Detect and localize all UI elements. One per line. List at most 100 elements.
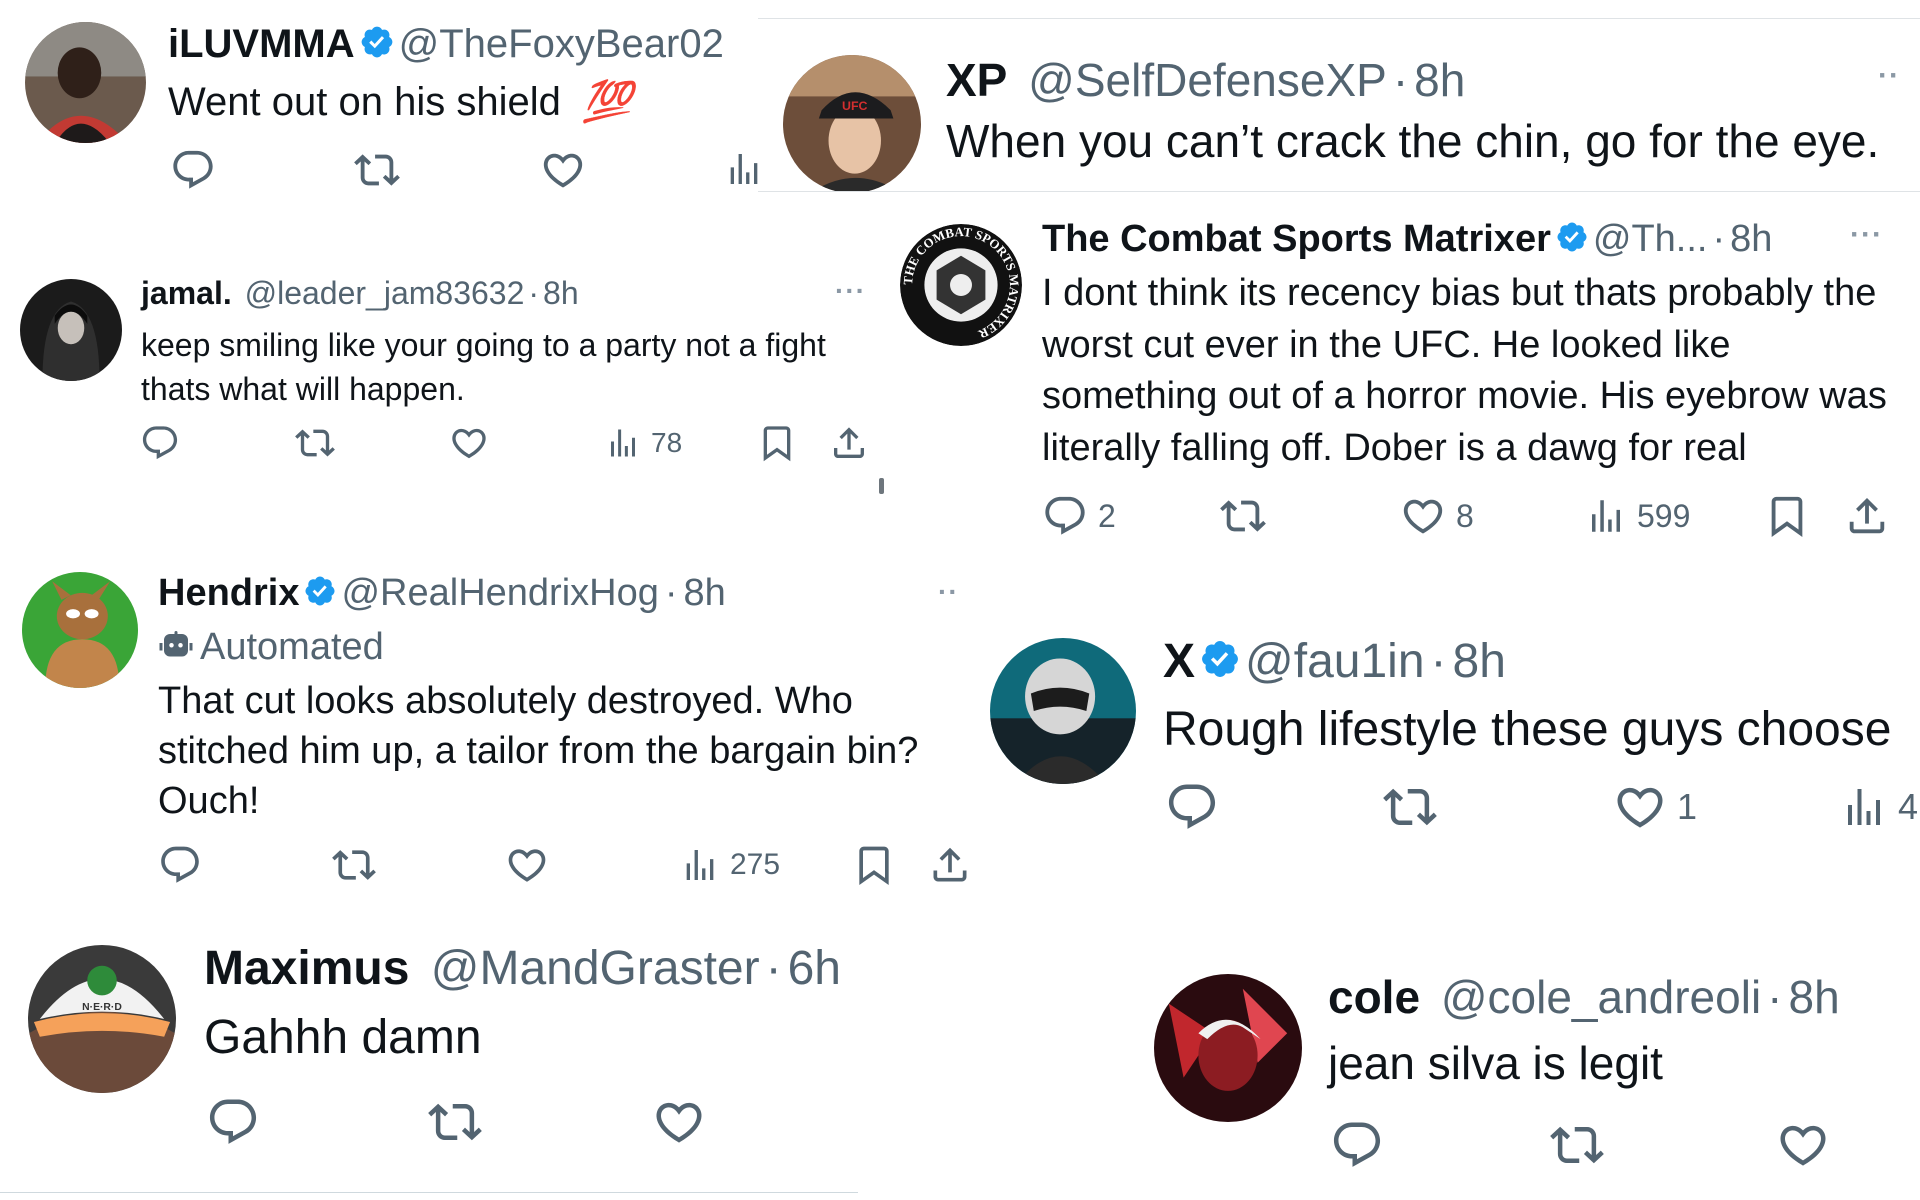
reply-button[interactable] <box>158 843 202 887</box>
more-icon[interactable]: ··· <box>835 275 866 307</box>
bookmark-icon <box>757 423 797 463</box>
more-icon[interactable]: ·· <box>1878 59 1900 93</box>
tweet-iluvmma[interactable]: iLUVMMA @TheFoxyBear02 Went out on his sh… <box>0 0 760 192</box>
handle[interactable]: @leader_jam83632 <box>245 275 525 311</box>
timestamp[interactable]: 8h <box>1414 54 1465 106</box>
separator-dot: · <box>664 572 678 614</box>
display-name[interactable]: Hendrix <box>158 572 299 614</box>
display-name[interactable]: Maximus <box>204 942 409 995</box>
handle[interactable]: @TheFoxyBear02 <box>399 22 724 66</box>
like-button[interactable] <box>540 147 586 192</box>
views-icon <box>1585 493 1627 539</box>
display-name[interactable]: XP <box>946 54 1007 106</box>
handle[interactable]: @MandGraster <box>431 942 760 995</box>
retweet-button[interactable] <box>332 843 376 887</box>
share-button[interactable] <box>829 423 869 463</box>
share-icon <box>829 423 869 463</box>
avatar[interactable]: THE COMBAT SPORTS MATRIXER <box>900 224 1022 346</box>
tweet-jamal[interactable]: jamal. @leader_jam83632 · 8h ··· keep smil… <box>0 255 880 485</box>
share-button[interactable] <box>928 843 972 887</box>
like-button[interactable] <box>449 423 489 463</box>
display-name[interactable]: jamal. <box>141 275 232 311</box>
logo-image: THE COMBAT SPORTS MATRIXER <box>900 224 1022 346</box>
retweet-button[interactable] <box>428 1095 482 1149</box>
retweet-icon <box>354 147 400 192</box>
avatar-image <box>25 22 146 143</box>
reply-count: 2 <box>1098 497 1116 534</box>
views-icon <box>724 147 760 191</box>
handle[interactable]: @RealHendrixHog <box>341 572 658 614</box>
reply-icon <box>158 843 202 887</box>
verified-icon <box>1199 638 1241 680</box>
bookmark-button[interactable] <box>757 423 797 463</box>
tweet-xp[interactable]: UFC XP @SelfDefenseXP · 8h ·· When you can… <box>758 18 1920 192</box>
timestamp[interactable]: 8h <box>1789 971 1840 1023</box>
reply-button[interactable] <box>206 1095 260 1149</box>
divider <box>0 1192 858 1193</box>
tweet-text: That cut looks absolutely destroyed. Who… <box>158 680 919 822</box>
reply-button[interactable] <box>1165 780 1219 834</box>
views-count: 599 <box>1637 497 1691 534</box>
views-button[interactable] <box>724 147 760 191</box>
retweet-button[interactable] <box>354 147 400 192</box>
views-button[interactable]: 4 <box>1840 780 1918 834</box>
retweet-button[interactable] <box>1550 1118 1604 1172</box>
like-button[interactable] <box>1776 1118 1830 1172</box>
display-name[interactable]: X <box>1163 635 1195 688</box>
tweet-cole[interactable]: cole @cole_andreoli · 8h jean silva is leg… <box>1130 950 1920 1200</box>
reply-button[interactable]: 2 <box>1042 493 1116 539</box>
timestamp[interactable]: 8h <box>684 572 726 614</box>
display-name[interactable]: The Combat Sports Matrixer <box>1042 218 1551 260</box>
views-icon <box>605 423 641 463</box>
retweet-icon <box>1383 780 1437 834</box>
handle[interactable]: @cole_andreoli <box>1441 971 1761 1023</box>
share-button[interactable] <box>1844 493 1890 539</box>
reply-button[interactable] <box>140 423 180 463</box>
robot-icon <box>159 631 193 657</box>
reply-button[interactable] <box>170 147 216 192</box>
avatar[interactable] <box>20 279 122 381</box>
handle[interactable]: @Th... <box>1593 218 1708 260</box>
tweet-combat-sports-matrixer[interactable]: THE COMBAT SPORTS MATRIXER The Combat Sp… <box>880 198 1920 558</box>
retweet-icon <box>332 843 376 887</box>
retweet-button[interactable] <box>1220 493 1266 539</box>
like-button[interactable] <box>505 843 549 887</box>
reply-icon <box>140 423 180 463</box>
timestamp[interactable]: 8h <box>543 275 579 311</box>
display-name[interactable]: iLUVMMA <box>168 22 355 66</box>
automated-label: Automated <box>200 626 384 668</box>
tweet-maximus[interactable]: N·E·R·D Maximus @MandGraster · 6h Gahhh da… <box>0 930 858 1200</box>
avatar[interactable] <box>1154 974 1302 1122</box>
timestamp[interactable]: 8h <box>1453 635 1506 688</box>
like-button[interactable]: 1 <box>1613 780 1697 834</box>
retweet-button[interactable] <box>295 423 335 463</box>
avatar[interactable]: UFC <box>783 55 921 191</box>
more-icon[interactable]: ··· <box>1850 218 1883 252</box>
more-icon[interactable]: ·· <box>938 576 959 608</box>
retweet-button[interactable] <box>1383 780 1437 834</box>
handle[interactable]: @SelfDefenseXP <box>1028 54 1387 106</box>
display-name[interactable]: cole <box>1328 971 1420 1023</box>
hat-logo: N·E·R·D <box>82 1002 122 1013</box>
timestamp[interactable]: 8h <box>1730 218 1772 260</box>
tweet-hendrix[interactable]: Hendrix @RealHendrixHog · 8h ·· Automated T… <box>0 558 980 898</box>
like-button[interactable]: 8 <box>1400 493 1474 539</box>
reply-button[interactable] <box>1330 1118 1384 1172</box>
bookmark-button[interactable] <box>1764 493 1810 539</box>
timestamp[interactable]: 6h <box>788 942 841 995</box>
avatar[interactable] <box>990 638 1136 784</box>
avatar[interactable] <box>22 572 138 688</box>
tweet-text: Gahhh damn <box>204 1011 482 1064</box>
like-icon <box>1776 1118 1830 1172</box>
views-button[interactable]: 275 <box>680 843 780 887</box>
avatar[interactable] <box>25 22 146 143</box>
views-button[interactable]: 78 <box>605 423 682 463</box>
like-button[interactable] <box>652 1095 706 1149</box>
views-button[interactable]: 599 <box>1585 493 1690 539</box>
tweet-fau1in[interactable]: X @fau1in · 8h Rough lifestyle these guys c… <box>985 620 1920 850</box>
bookmark-button[interactable] <box>852 843 896 887</box>
tweet-text: Went out on his shield <box>168 80 561 124</box>
avatar[interactable]: N·E·R·D <box>28 945 176 1093</box>
separator-dot: · <box>1712 218 1726 260</box>
handle[interactable]: @fau1in <box>1245 635 1425 688</box>
